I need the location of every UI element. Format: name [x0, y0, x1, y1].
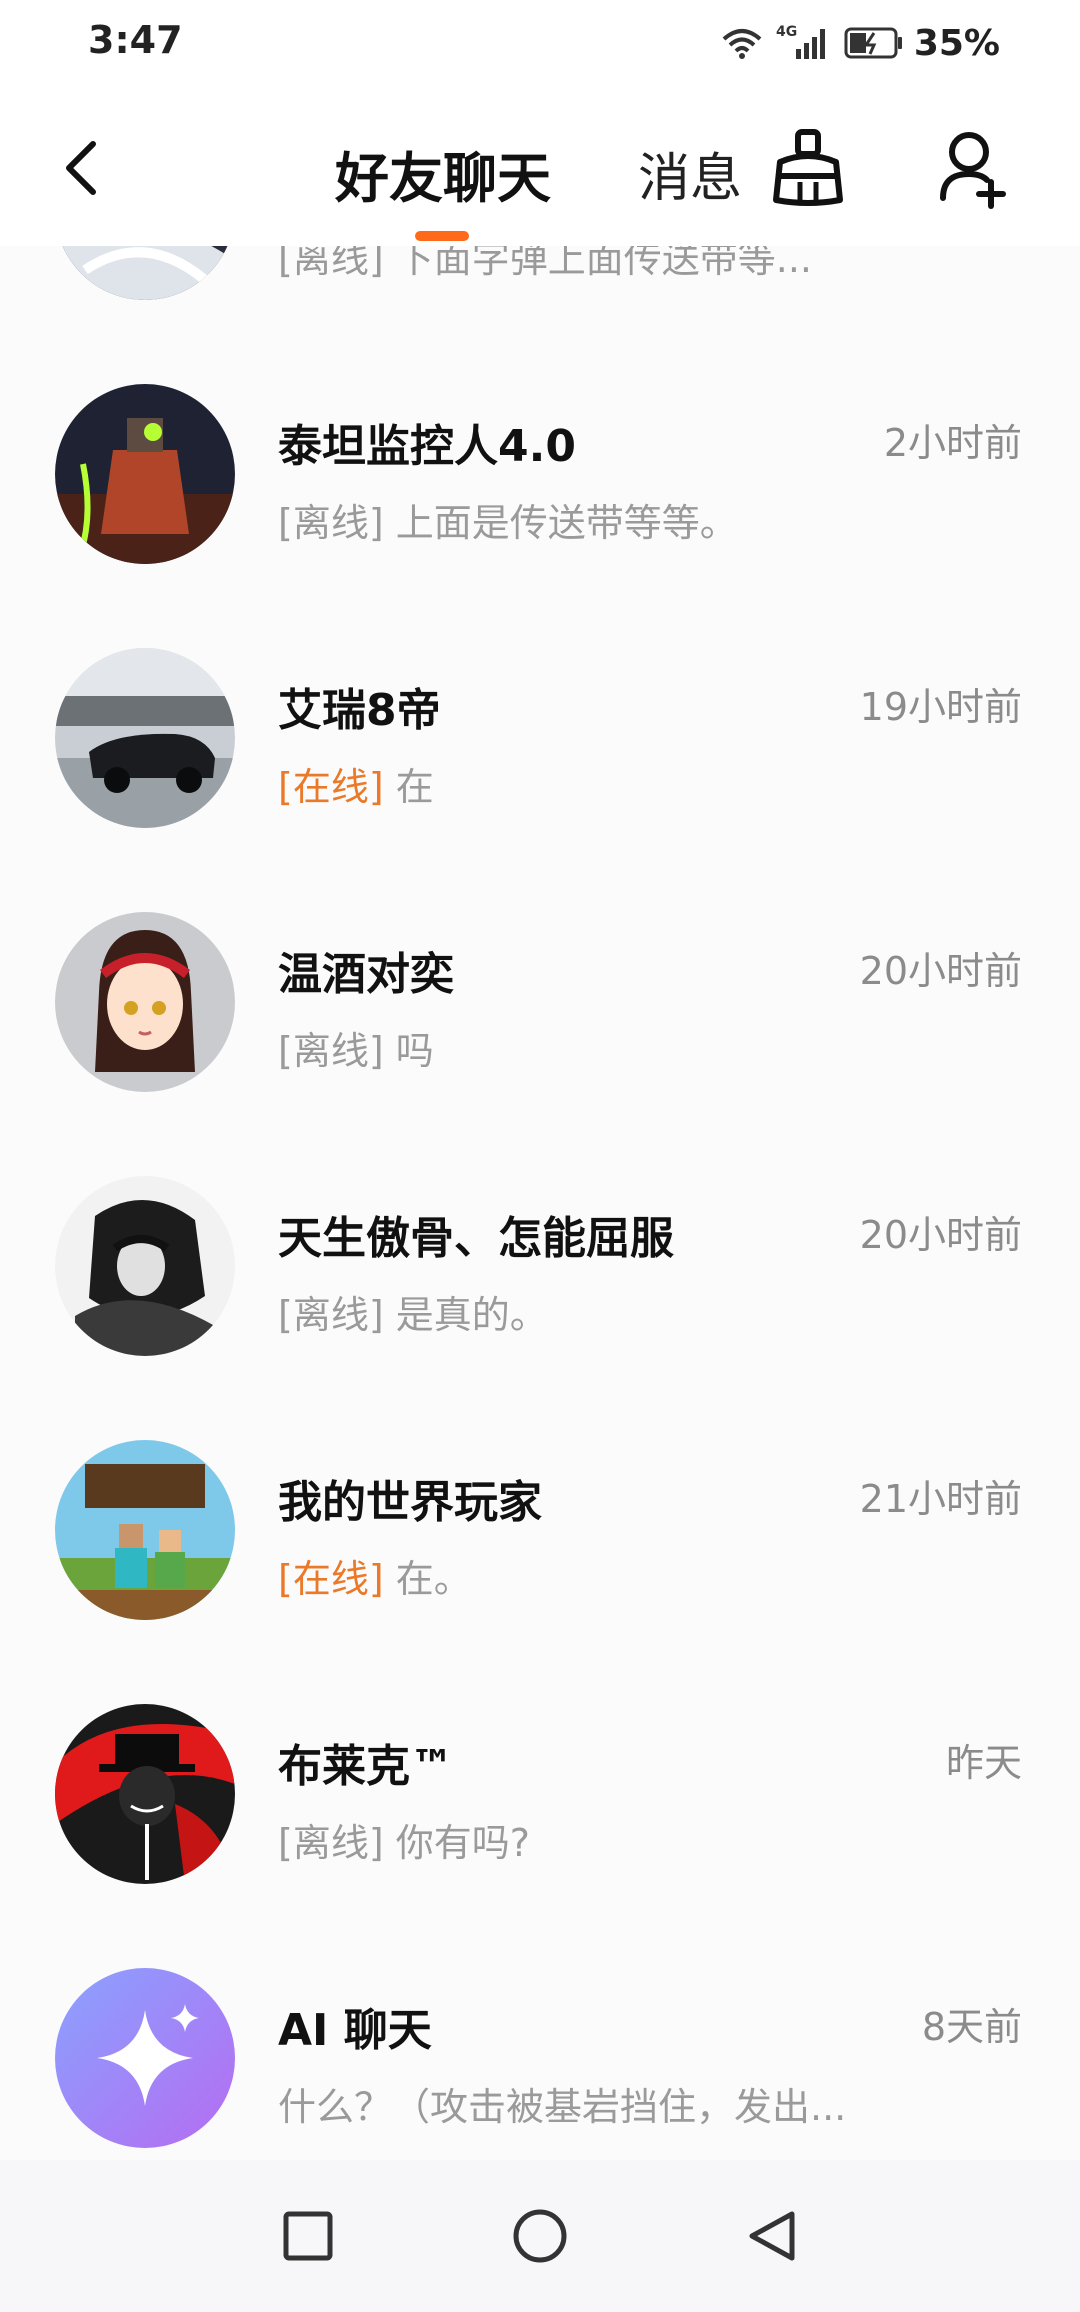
chat-item[interactable]: 泰坦监控人4.0 2小时前 [离线] 上面是传送带等等。	[0, 312, 1080, 576]
message-preview: [离线] 吗	[278, 1020, 434, 1075]
last-message-text: 什么？（攻击被基岩挡住，发出...	[278, 2085, 847, 2129]
presence-status: [离线]	[278, 501, 384, 545]
last-message-text: 吗	[395, 1029, 434, 1073]
last-message-text: 在。	[395, 1557, 472, 1601]
message-preview: [离线] 是真的。	[278, 1284, 548, 1339]
status-indicators: 4G 35%	[720, 18, 1000, 68]
presence-status: [在线]	[278, 765, 384, 809]
message-preview: [离线] 上面是传送带等等。	[278, 492, 738, 547]
wifi-icon	[722, 29, 762, 59]
contact-name: 布莱克™	[278, 1741, 454, 1792]
last-message-time: 21小时前	[859, 1477, 1022, 1521]
presence-status: [在线]	[278, 1557, 384, 1601]
last-message-text: 你有吗?	[395, 1821, 530, 1865]
recent-apps-button[interactable]	[276, 2204, 340, 2268]
back-nav-button[interactable]	[740, 2204, 804, 2268]
status-bar: 3:47 4G 35%	[0, 0, 1080, 86]
last-message-time: 8天前	[921, 2005, 1022, 2049]
active-tab-indicator	[415, 231, 469, 241]
last-message-time: 2小时前	[883, 421, 1022, 465]
clean-button[interactable]	[768, 124, 848, 210]
chat-item[interactable]: [离线] 下面字弹上面传送带等...	[0, 246, 1080, 312]
back-arrow-icon	[66, 141, 96, 195]
last-message-time: 19小时前	[859, 685, 1022, 729]
last-message-time: 20小时前	[859, 949, 1022, 993]
avatar	[55, 912, 235, 1092]
add-friend-button[interactable]	[935, 124, 1015, 210]
avatar	[55, 384, 235, 564]
square-nav-icon	[283, 2211, 333, 2261]
chat-item[interactable]: 天生傲骨、怎能屈服 20小时前 [离线] 是真的。	[0, 1104, 1080, 1368]
contact-name: 艾瑞8帝	[278, 685, 441, 736]
system-navigation-bar	[0, 2160, 1080, 2312]
contact-name: AI 聊天	[278, 2005, 432, 2056]
last-message-text: 是真的。	[395, 1293, 548, 1337]
presence-status: [离线]	[278, 1293, 384, 1337]
message-preview: [在线] 在。	[278, 1548, 472, 1603]
presence-status: [离线]	[278, 1029, 384, 1073]
message-preview: 什么？（攻击被基岩挡住，发出...	[278, 2076, 846, 2131]
top-navigation-header: 好友聊天 消息	[0, 86, 1080, 246]
triangle-nav-icon	[749, 2211, 795, 2261]
presence-status: [离线]	[278, 1821, 384, 1865]
last-message-text: 上面是传送带等等。	[395, 501, 738, 545]
clean-broom-icon	[773, 129, 843, 206]
message-preview: [在线] 在	[278, 756, 434, 811]
home-button[interactable]	[508, 2204, 572, 2268]
last-message-text: 下面字弹上面传送带等...	[395, 246, 812, 281]
chat-item[interactable]: 布莱克™ 昨天 [离线] 你有吗?	[0, 1632, 1080, 1896]
signal-icon: 4G	[776, 24, 825, 59]
chat-item[interactable]: 艾瑞8帝 19小时前 [在线] 在	[0, 576, 1080, 840]
chat-item[interactable]: 温酒对奕 20小时前 [离线] 吗	[0, 840, 1080, 1104]
chat-item[interactable]: 我的世界玩家 21小时前 [在线] 在。	[0, 1368, 1080, 1632]
chat-list[interactable]: [离线] 下面字弹上面传送带等... 泰坦监控人4.0 2小时前 [离线] 上面…	[0, 246, 1080, 2160]
status-time: 3:47	[88, 18, 183, 62]
last-message-time: 20小时前	[859, 1213, 1022, 1257]
contact-name: 温酒对奕	[278, 949, 454, 1000]
tab-messages[interactable]: 消息	[638, 136, 742, 211]
avatar	[55, 1968, 235, 2148]
add-friend-icon	[940, 132, 1006, 209]
contact-name: 我的世界玩家	[278, 1477, 542, 1528]
last-message-time: 昨天	[945, 1741, 1022, 1785]
avatar	[55, 246, 235, 300]
last-message-text: 在	[395, 765, 434, 809]
tab-friends-chat[interactable]: 好友聊天	[335, 134, 551, 213]
avatar	[55, 1176, 235, 1356]
presence-status: [离线]	[278, 246, 384, 281]
circle-nav-icon	[513, 2209, 567, 2263]
network-type: 4G	[776, 24, 797, 40]
back-button[interactable]	[55, 128, 115, 208]
avatar	[55, 1440, 235, 1620]
message-preview: [离线] 下面字弹上面传送带等...	[278, 246, 812, 283]
battery-icon	[844, 27, 902, 59]
contact-name: 天生傲骨、怎能屈服	[278, 1213, 674, 1264]
chat-item[interactable]: AI 聊天 8天前 什么？（攻击被基岩挡住，发出...	[0, 1896, 1080, 2160]
battery-percentage: 35%	[913, 22, 1000, 64]
contact-name: 泰坦监控人4.0	[278, 421, 576, 472]
avatar	[55, 1704, 235, 1884]
message-preview: [离线] 你有吗?	[278, 1812, 530, 1867]
avatar	[55, 648, 235, 828]
